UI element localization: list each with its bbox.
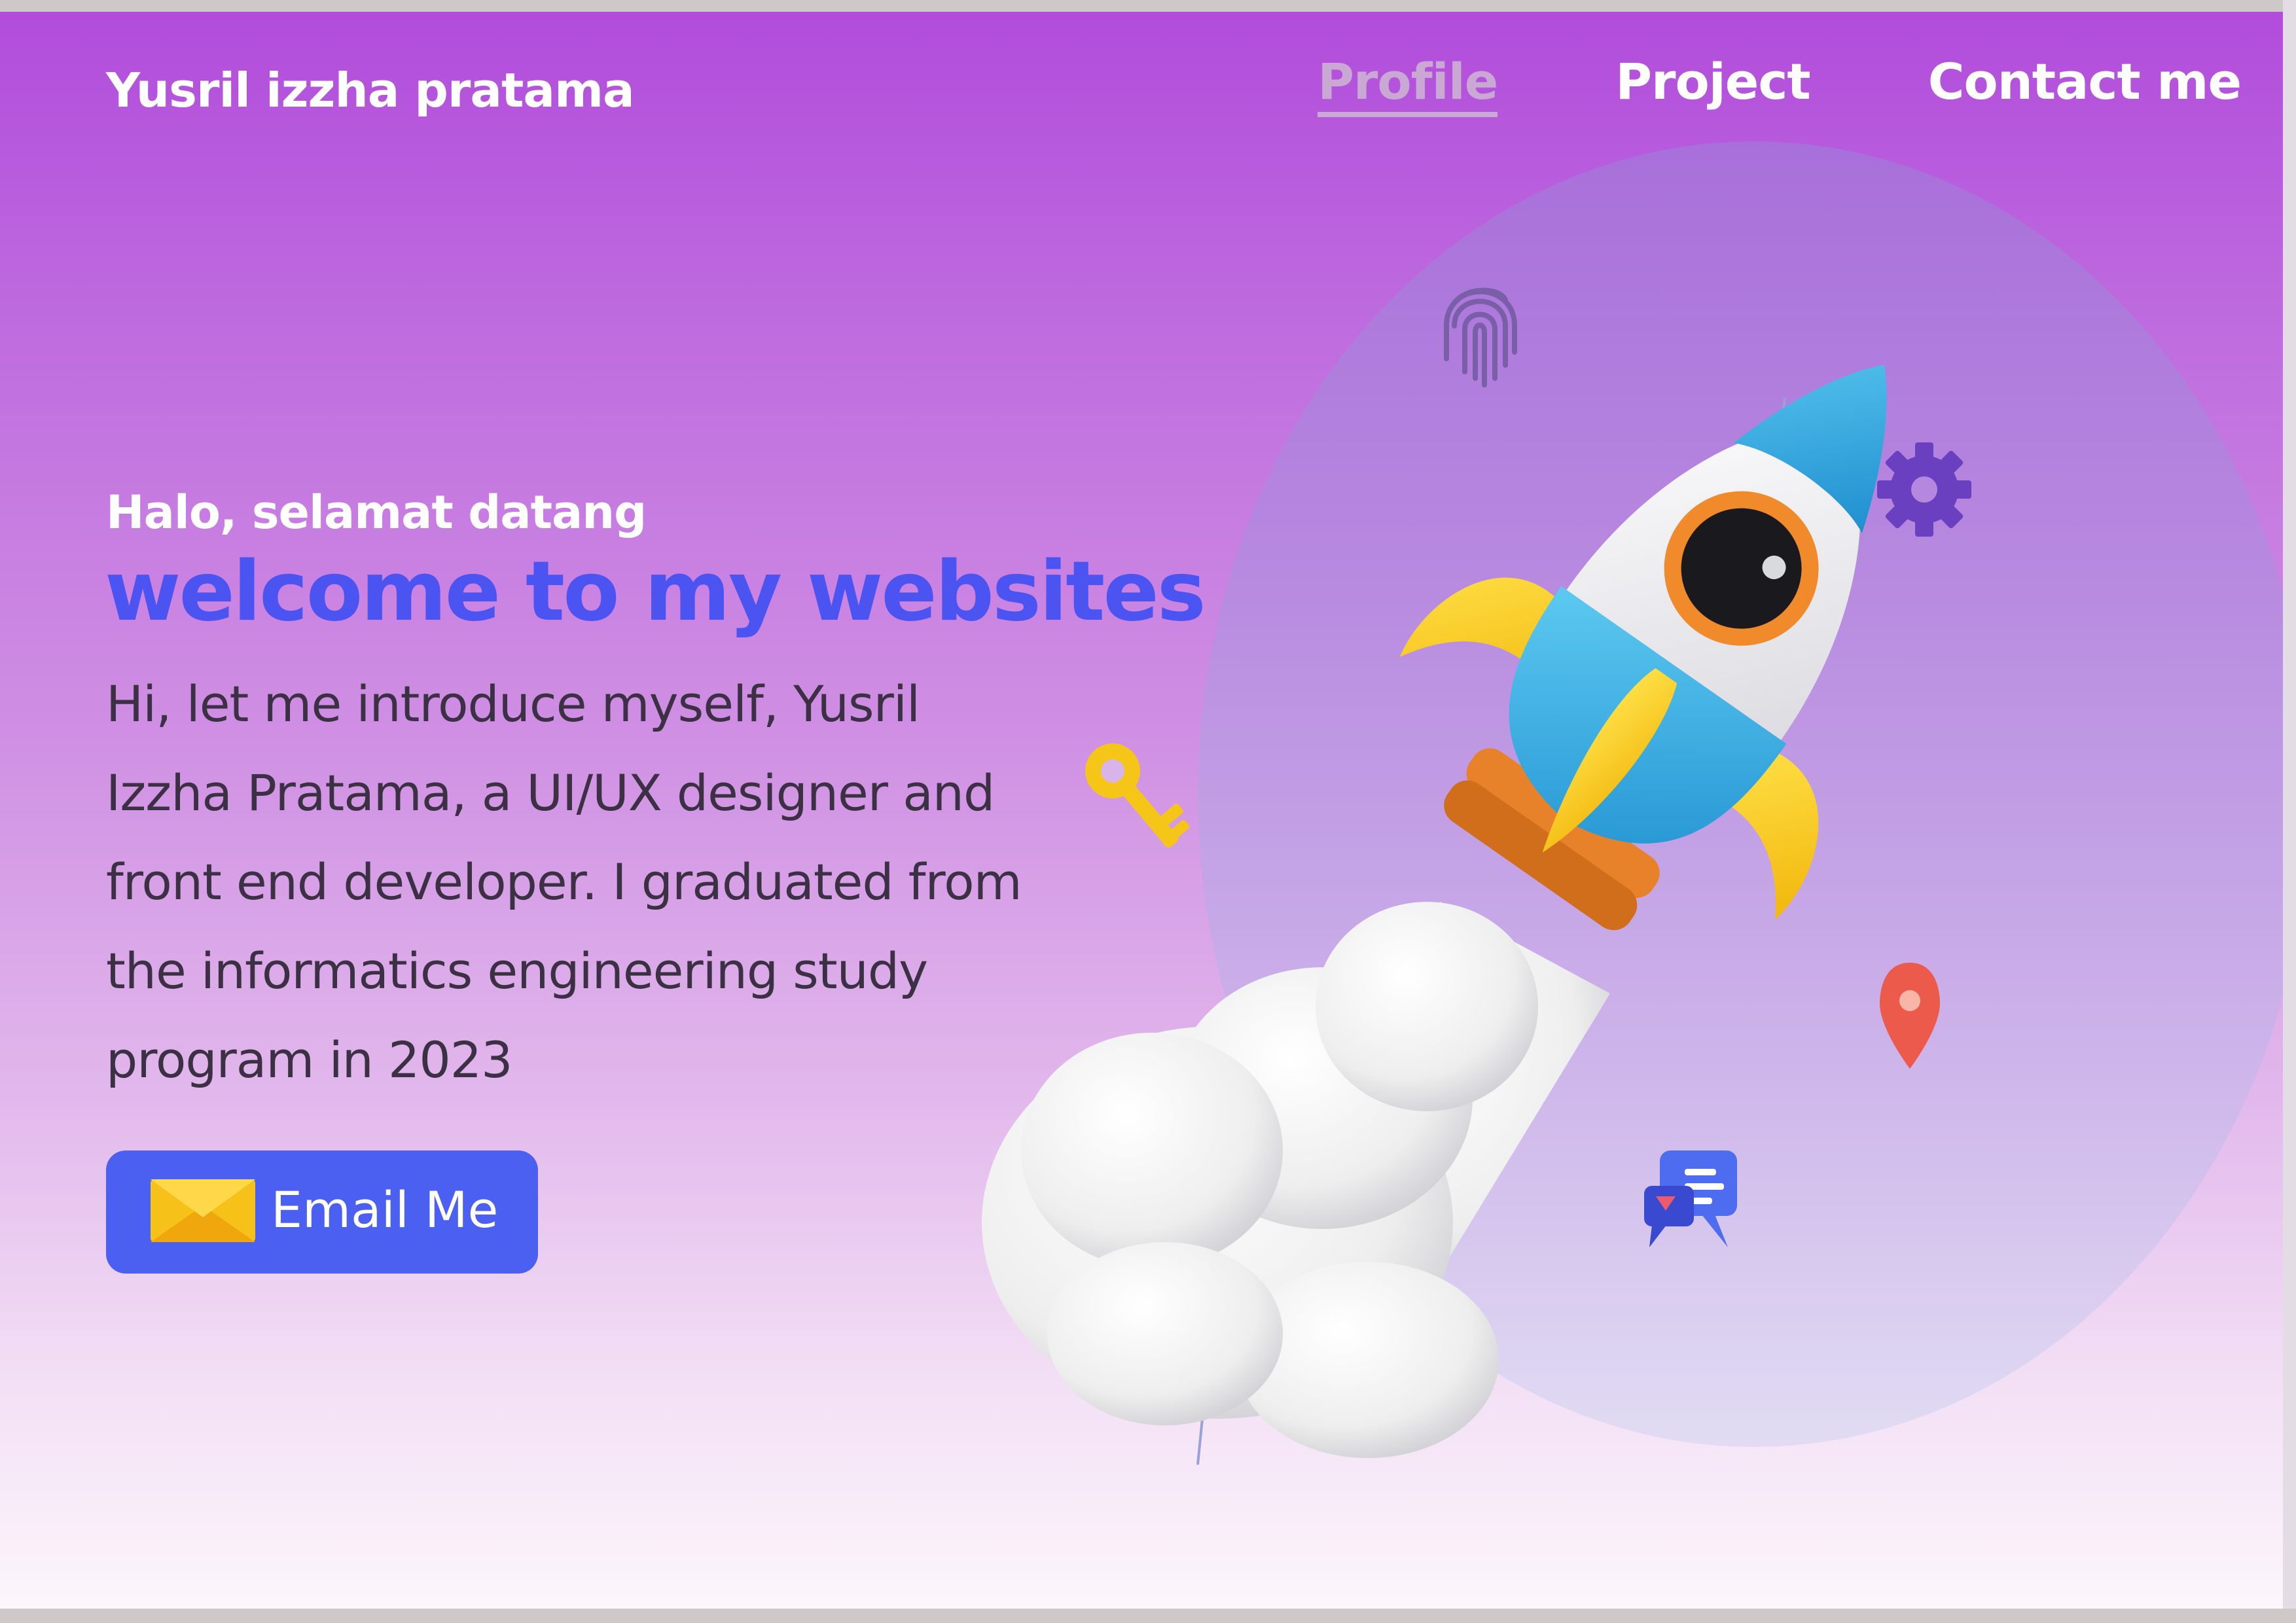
location-pin-icon	[1880, 963, 1940, 1069]
cloud-icon	[982, 902, 1610, 1458]
chat-bubbles-icon	[1644, 1150, 1737, 1247]
fingerprint-icon	[1444, 287, 1517, 387]
frame-edge	[2283, 0, 2296, 1623]
frame-edge	[0, 1609, 2296, 1623]
gear-icon	[1877, 442, 1971, 537]
rocket-illustration	[982, 287, 1971, 1465]
key-icon	[1085, 743, 1190, 848]
hero-section: Yusril izzha pratama Profile Project Con…	[0, 12, 2283, 1609]
